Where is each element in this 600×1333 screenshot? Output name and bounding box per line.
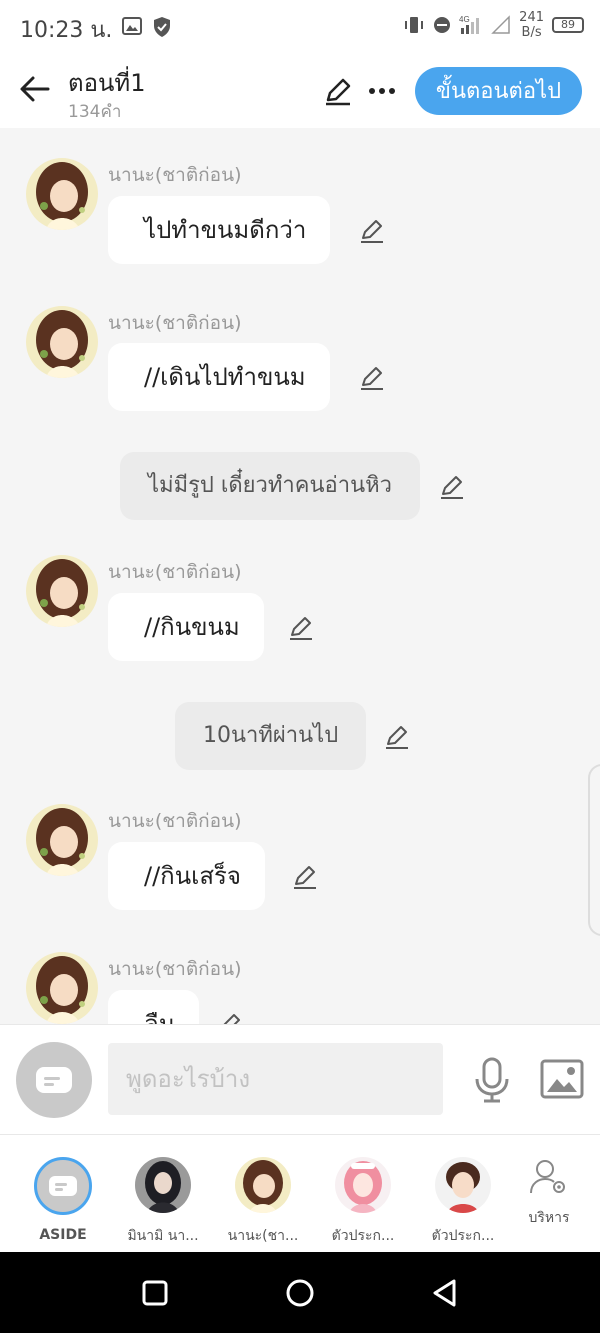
edit-pencil-icon[interactable] bbox=[322, 75, 354, 107]
do-not-disturb-icon bbox=[434, 17, 451, 33]
message-bubble[interactable]: ไปทำขนมดีกว่า bbox=[108, 196, 331, 264]
chat-bubble-icon bbox=[36, 1067, 72, 1093]
svg-text:4G: 4G bbox=[459, 15, 470, 24]
message-bubble[interactable]: //กินเสร็จ bbox=[108, 842, 265, 910]
gallery-notification-icon bbox=[122, 17, 142, 35]
character-label: บริหาร bbox=[528, 1210, 570, 1226]
character-avatar[interactable] bbox=[26, 555, 98, 627]
sender-name: นานะ(ชาติก่อน) bbox=[108, 164, 242, 186]
sender-name: นานะ(ชาติก่อน) bbox=[108, 810, 242, 832]
character-avatar bbox=[435, 1157, 491, 1213]
signal-4g-icon: 4G bbox=[459, 15, 480, 34]
manage-characters-button[interactable]: บริหาร bbox=[499, 1159, 599, 1229]
word-count: 134คำ bbox=[68, 102, 122, 122]
character-label: ตัวประก... bbox=[331, 1228, 395, 1244]
edit-message-icon[interactable] bbox=[291, 862, 319, 890]
character-label: นานะ(ชา... bbox=[227, 1228, 299, 1244]
chat-area[interactable]: นานะ(ชาติก่อน) ไปทำขนมดีกว่า นานะ(ชาติก่… bbox=[0, 128, 600, 1024]
sender-name: นานะ(ชาติก่อน) bbox=[108, 312, 242, 334]
manage-user-icon bbox=[530, 1160, 565, 1194]
status-time: 10:23 น. bbox=[20, 18, 113, 43]
character-item[interactable]: ตัวประก... bbox=[313, 1157, 413, 1247]
microphone-icon[interactable] bbox=[472, 1057, 512, 1103]
sender-name: นานะ(ชาติก่อน) bbox=[108, 958, 242, 980]
character-label: มินามิ นา... bbox=[127, 1228, 199, 1244]
recent-apps-icon[interactable] bbox=[140, 1278, 170, 1308]
narration-bubble[interactable]: 10นาทีผ่านไป bbox=[175, 702, 367, 770]
character-item[interactable]: ตัวประก... bbox=[413, 1157, 513, 1247]
battery-indicator: 89 bbox=[552, 17, 584, 33]
character-label: ASIDE bbox=[39, 1227, 87, 1243]
character-avatar[interactable] bbox=[26, 804, 98, 876]
character-item-aside[interactable]: ASIDE bbox=[13, 1157, 113, 1243]
character-item[interactable]: นานะ(ชา... bbox=[213, 1157, 313, 1247]
system-nav-bar bbox=[0, 1252, 600, 1333]
message-bubble[interactable]: //เดินไปทำขนม bbox=[108, 343, 330, 411]
character-item[interactable]: มินามิ นา... bbox=[113, 1157, 213, 1247]
character-avatar[interactable] bbox=[26, 306, 98, 378]
vibrate-icon bbox=[405, 17, 424, 33]
aside-toggle-button[interactable] bbox=[16, 1042, 92, 1118]
character-avatar bbox=[335, 1157, 391, 1213]
side-panel-handle[interactable] bbox=[588, 764, 600, 936]
edit-message-icon[interactable] bbox=[383, 722, 411, 750]
top-bar: ตอนที่1 134คำ ขั้นตอนต่อไป bbox=[0, 54, 600, 128]
signal-empty-icon bbox=[491, 15, 510, 34]
character-avatar[interactable] bbox=[26, 158, 98, 230]
character-label: ตัวประก... bbox=[431, 1228, 495, 1244]
character-bar: ASIDE มินามิ นา... นานะ(ชา... ตัวประก...… bbox=[0, 1134, 600, 1252]
message-bubble[interactable]: ลืม bbox=[108, 990, 199, 1024]
back-nav-icon[interactable] bbox=[430, 1278, 460, 1308]
status-bar: 10:23 น. 4G 241 B/s 89 bbox=[0, 0, 600, 54]
chat-bubble-icon bbox=[49, 1176, 77, 1196]
message-input[interactable] bbox=[108, 1043, 443, 1115]
home-icon[interactable] bbox=[285, 1278, 315, 1308]
aside-avatar bbox=[34, 1157, 92, 1215]
input-bar bbox=[0, 1024, 600, 1134]
next-step-button[interactable]: ขั้นตอนต่อไป bbox=[415, 67, 582, 115]
edit-message-icon[interactable] bbox=[216, 1010, 244, 1024]
character-avatar[interactable] bbox=[26, 952, 98, 1024]
shield-icon bbox=[154, 17, 170, 37]
edit-message-icon[interactable] bbox=[287, 613, 315, 641]
page-title: ตอนที่1 bbox=[68, 69, 146, 97]
edit-message-icon[interactable] bbox=[358, 216, 386, 244]
more-options-icon[interactable] bbox=[368, 75, 396, 107]
edit-message-icon[interactable] bbox=[438, 472, 466, 500]
message-bubble[interactable]: //กินขนม bbox=[108, 593, 264, 661]
character-avatar bbox=[235, 1157, 291, 1213]
character-avatar bbox=[135, 1157, 191, 1213]
edit-message-icon[interactable] bbox=[358, 363, 386, 391]
narration-bubble[interactable]: ไม่มีรูป เดี๋ยวทำคนอ่านหิว bbox=[120, 452, 420, 520]
back-arrow-icon[interactable] bbox=[18, 72, 52, 106]
sender-name: นานะ(ชาติก่อน) bbox=[108, 561, 242, 583]
network-speed: 241 B/s bbox=[519, 10, 544, 40]
image-icon[interactable] bbox=[540, 1059, 584, 1099]
